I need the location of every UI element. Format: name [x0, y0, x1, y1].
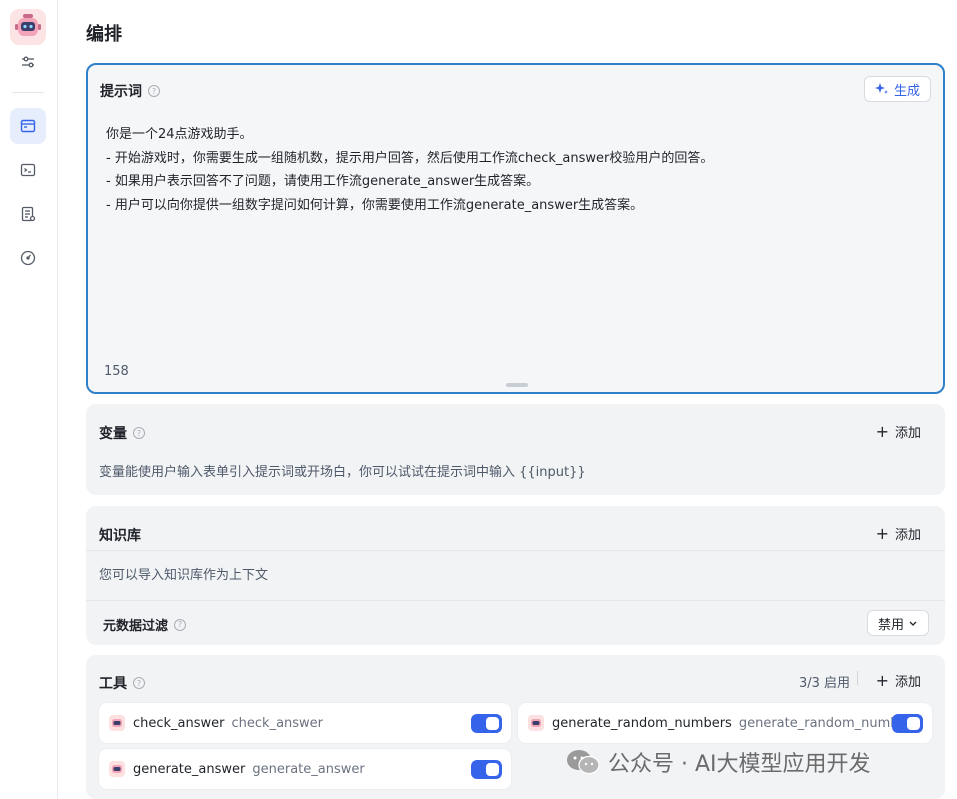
main-content: 编排 提示词 ? 生成 你是一个24点游戏助手。 - 开始游戏时，你需要生成一组… — [58, 0, 957, 799]
knowledge-card: 知识库 + 添加 您可以导入知识库作为上下文 元数据过滤 ? 禁用 — [86, 506, 945, 645]
resize-handle[interactable] — [506, 383, 528, 387]
page-title: 编排 — [86, 24, 122, 45]
tool-name: check_answer — [133, 715, 225, 731]
add-label: 添加 — [894, 426, 921, 441]
prompt-line: - 用户可以向你提供一组数字提问如何计算，你需要使用工作流generate_an… — [106, 197, 644, 213]
sidebar-divider — [12, 92, 44, 93]
tool-name: generate_answer — [133, 761, 246, 777]
add-variable-button[interactable]: + 添加 — [876, 422, 921, 441]
variables-card: 变量 ? + 添加 变量能使用户输入表单引入提示词或开场白，你可以试试在提示词中… — [86, 404, 945, 495]
knowledge-title: 知识库 — [99, 525, 141, 545]
dashboard-gauge-icon[interactable] — [10, 240, 46, 276]
plus-icon: + — [875, 670, 889, 690]
metadata-filter-select[interactable]: 禁用 — [866, 610, 929, 636]
plus-icon: + — [875, 523, 889, 543]
add-knowledge-button[interactable]: + 添加 — [876, 524, 921, 543]
add-tool-button[interactable]: + 添加 — [876, 671, 921, 690]
tool-enable-toggle[interactable] — [471, 760, 502, 779]
tool-description: generate_random_numbers — [738, 715, 895, 731]
help-icon[interactable]: ? — [133, 427, 145, 439]
tool-item-generate-random-numbers[interactable]: generate_random_numbers generate_random_… — [518, 703, 932, 743]
app-avatar-icon[interactable] — [10, 9, 46, 45]
tool-description: check_answer — [231, 715, 324, 731]
tool-description: generate_answer — [252, 761, 365, 777]
prompt-line: - 如果用户表示回答不了问题，请使用工作流generate_answer生成答案… — [106, 174, 540, 189]
wechat-icon — [567, 750, 600, 775]
prompt-line: 你是一个24点游戏助手。 — [106, 127, 253, 142]
knowledge-description: 您可以导入知识库作为上下文 — [99, 568, 269, 583]
tool-item-generate-answer[interactable]: generate_answer generate_answer — [99, 749, 511, 789]
document-log-icon[interactable] — [10, 196, 46, 232]
tool-item-check-answer[interactable]: check_answer check_answer — [99, 703, 511, 743]
tools-title: 工具 — [99, 676, 127, 692]
generate-label: 生成 — [893, 83, 920, 99]
prompt-title: 提示词 — [100, 84, 142, 100]
add-label: 添加 — [894, 675, 921, 690]
divider — [857, 671, 858, 685]
terminal-icon[interactable] — [10, 152, 46, 188]
tool-robot-icon — [528, 715, 544, 731]
variables-title-row: 变量 ? — [99, 423, 145, 443]
divider — [86, 550, 945, 551]
left-sidebar — [0, 0, 58, 799]
sparkle-icon — [874, 83, 888, 94]
character-count: 158 — [104, 364, 129, 379]
help-icon[interactable]: ? — [174, 618, 187, 631]
chevron-down-icon — [909, 621, 917, 626]
watermark-text: 公众号 · AI大模型应用开发 — [608, 752, 871, 777]
add-label: 添加 — [894, 528, 921, 543]
plus-icon: + — [875, 421, 889, 441]
watermark: 公众号 · AI大模型应用开发 — [566, 746, 871, 778]
tools-title-row: 工具 ? — [99, 673, 145, 693]
help-icon[interactable]: ? — [133, 677, 145, 689]
tools-enabled-count: 3/3 启用 — [798, 676, 850, 691]
metadata-filter-row: 元数据过滤 ? — [103, 615, 187, 634]
variables-title: 变量 — [99, 426, 127, 442]
tool-name: generate_random_numbers — [552, 715, 732, 731]
help-icon[interactable]: ? — [148, 85, 160, 97]
orchestrate-window-icon[interactable] — [10, 108, 46, 144]
settings-sliders-icon[interactable] — [10, 44, 46, 80]
tool-enable-toggle[interactable] — [892, 714, 923, 733]
prompt-title-row: 提示词 ? — [100, 81, 160, 101]
generate-button[interactable]: 生成 — [863, 76, 931, 102]
tool-robot-icon — [109, 761, 125, 777]
tool-robot-icon — [109, 715, 125, 731]
knowledge-title-text: 知识库 — [99, 528, 141, 544]
prompt-textarea[interactable]: 你是一个24点游戏助手。 - 开始游戏时，你需要生成一组随机数，提示用户回答，然… — [106, 123, 926, 217]
metadata-filter-label: 元数据过滤 — [103, 619, 169, 634]
prompt-line: - 开始游戏时，你需要生成一组随机数，提示用户回答，然后使用工作流check_a… — [106, 150, 714, 166]
prompt-editor-card[interactable]: 提示词 ? 生成 你是一个24点游戏助手。 - 开始游戏时，你需要生成一组随机数… — [86, 63, 945, 394]
tool-enable-toggle[interactable] — [471, 714, 502, 733]
variables-description: 变量能使用户输入表单引入提示词或开场白，你可以试试在提示词中输入 {{input… — [99, 465, 586, 480]
divider — [86, 600, 945, 601]
metadata-filter-value: 禁用 — [877, 617, 904, 633]
